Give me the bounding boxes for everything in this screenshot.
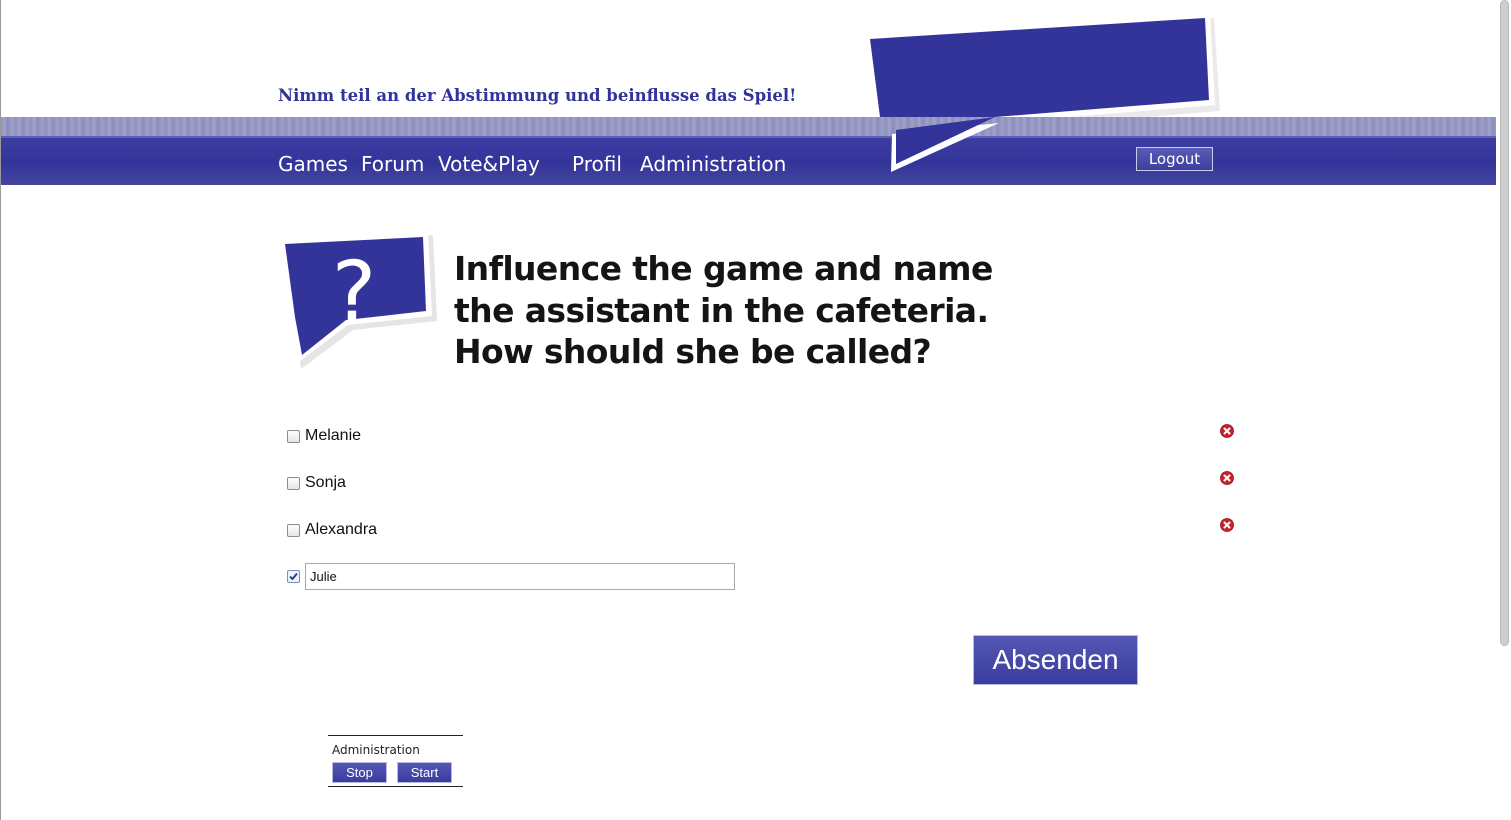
vote-checkbox[interactable] bbox=[287, 430, 300, 443]
question-headline: Influence the game and name the assistan… bbox=[454, 248, 1014, 373]
checkmark-icon bbox=[289, 572, 298, 581]
nav-profil[interactable]: Profil bbox=[572, 152, 622, 176]
delete-icon[interactable] bbox=[1220, 471, 1234, 485]
nav-vote-play[interactable]: Vote&Play bbox=[438, 152, 540, 176]
option-label: Alexandra bbox=[305, 521, 378, 538]
option-label: Melanie bbox=[305, 427, 362, 444]
nav-forum[interactable]: Forum bbox=[361, 152, 424, 176]
header-texture-band bbox=[1, 117, 1496, 136]
stop-button[interactable]: Stop bbox=[332, 762, 387, 783]
option-label: Sonja bbox=[305, 474, 346, 491]
question-mark-bubble-icon: ? bbox=[279, 230, 437, 369]
headline-line: the assistant in the cafeteria. bbox=[454, 290, 989, 330]
new-option-input[interactable] bbox=[305, 563, 735, 590]
nav-administration[interactable]: Administration bbox=[640, 152, 786, 176]
admin-panel: Administration Stop Start bbox=[328, 735, 463, 787]
site-tagline: Nimm teil an der Abstimmung und beinflus… bbox=[278, 86, 797, 105]
vote-checkbox[interactable] bbox=[287, 524, 300, 537]
scrollbar-thumb[interactable] bbox=[1500, 0, 1509, 646]
submit-button[interactable]: Absenden bbox=[973, 635, 1138, 685]
delete-icon[interactable] bbox=[1220, 424, 1234, 438]
delete-icon[interactable] bbox=[1220, 518, 1234, 532]
headline-line: Influence the game and name bbox=[454, 249, 993, 288]
vote-checkbox[interactable] bbox=[287, 477, 300, 490]
new-option-checkbox[interactable] bbox=[287, 570, 300, 583]
admin-panel-title: Administration bbox=[332, 743, 420, 757]
logout-button[interactable]: Logout bbox=[1136, 147, 1213, 171]
start-button[interactable]: Start bbox=[397, 762, 452, 783]
nav-games[interactable]: Games bbox=[278, 152, 348, 176]
question-mark-glyph: ? bbox=[332, 243, 377, 341]
headline-line: How should she be called? bbox=[454, 332, 932, 371]
